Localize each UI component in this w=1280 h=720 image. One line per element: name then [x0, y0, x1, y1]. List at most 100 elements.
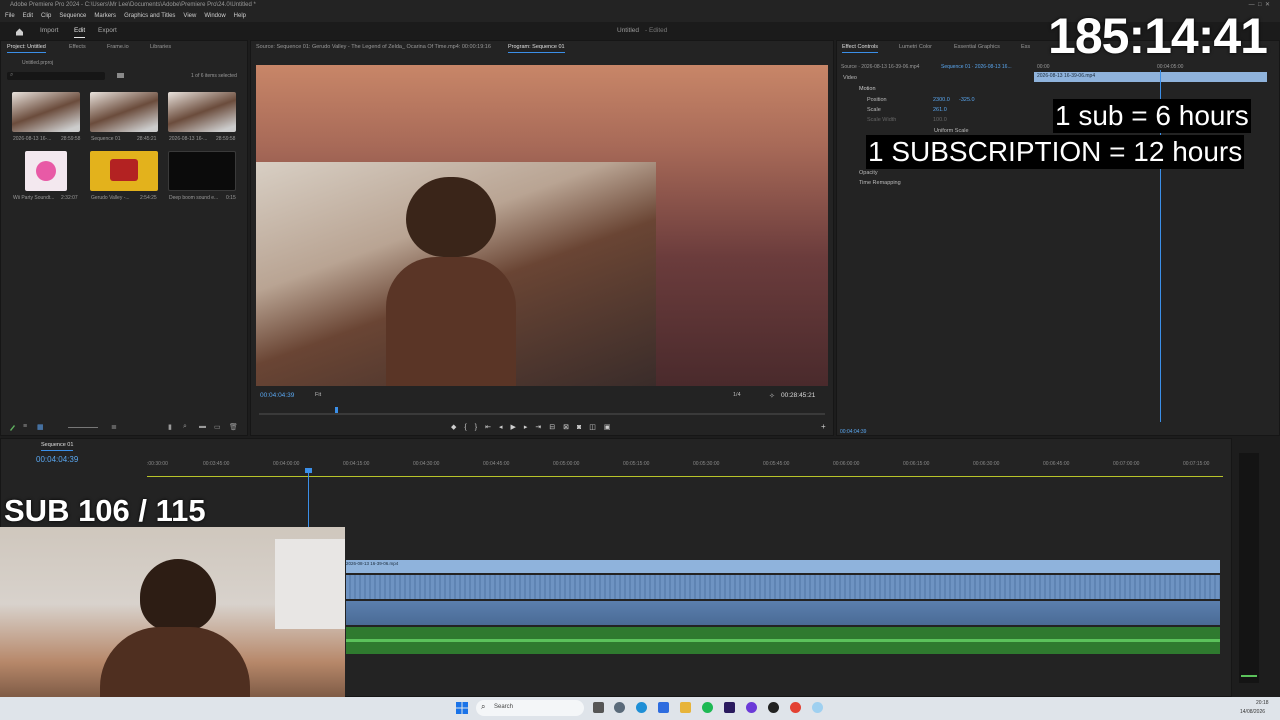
ruler-tick: 00:07:15:00 — [1183, 461, 1210, 467]
lift-icon[interactable]: ⊟ — [549, 424, 563, 431]
automate-icon[interactable]: ▮ — [168, 423, 172, 431]
tab-edit[interactable]: Edit — [74, 27, 86, 38]
audio-clip-a2[interactable] — [346, 601, 1220, 625]
media-thumbnail[interactable] — [90, 151, 158, 191]
audio-waveform — [346, 639, 1220, 642]
menu-view[interactable]: View — [183, 13, 196, 19]
camera-icon[interactable]: ◙ — [577, 424, 589, 431]
media-thumbnail[interactable] — [168, 92, 236, 132]
sort-icon[interactable]: ≣ — [111, 423, 117, 431]
scale-value[interactable]: 261.0 — [933, 107, 947, 113]
new-bin-icon[interactable]: ▬ — [199, 423, 206, 430]
menu-graphics[interactable]: Graphics and Titles — [124, 13, 175, 19]
app-icon[interactable] — [812, 702, 823, 713]
obs-icon[interactable] — [768, 702, 779, 713]
uniform-scale-checkbox-label[interactable]: Uniform Scale — [934, 128, 969, 134]
tab-source[interactable]: Source: Sequence 01: Gerudo Valley - The… — [256, 41, 491, 53]
taskbar-time: 20:18 — [1256, 700, 1269, 706]
menu-sequence[interactable]: Sequence — [59, 13, 86, 19]
video-section-label: Video — [843, 75, 857, 81]
playhead-marker[interactable] — [335, 407, 338, 413]
media-thumbnail[interactable] — [90, 92, 158, 132]
menu-clip[interactable]: Clip — [41, 13, 51, 19]
tab-sequence[interactable]: Sequence 01 — [41, 439, 74, 451]
tab-export[interactable]: Export — [98, 27, 117, 34]
tab-frameio[interactable]: Frame.io — [107, 41, 129, 53]
media-thumbnail[interactable] — [168, 151, 236, 191]
media-duration: 2:32:07 — [61, 195, 78, 201]
settings-wrench-icon[interactable]: ✧ — [769, 392, 775, 400]
tab-libraries[interactable]: Libraries — [150, 41, 171, 53]
task-view-icon[interactable] — [593, 702, 604, 713]
effect-source[interactable]: Source · 2026-08-13 16-39-06.mp4 — [841, 64, 919, 70]
marker-icon[interactable]: ◆ — [451, 424, 464, 431]
settings-icon[interactable] — [614, 702, 625, 713]
tab-lumetri-color[interactable]: Lumetri Color — [899, 41, 932, 53]
file-explorer-icon[interactable] — [680, 702, 691, 713]
multicam-icon[interactable]: ▣ — [604, 424, 619, 431]
video-clip-name: 2026-08-13 16-39-06.mp4 — [346, 561, 399, 566]
menu-edit[interactable]: Edit — [23, 13, 33, 19]
step-forward-icon[interactable]: ▸ — [524, 424, 536, 431]
motion-effect-label[interactable]: Motion — [859, 86, 876, 92]
go-to-in-icon[interactable]: ⇤ — [485, 424, 499, 431]
tab-essential-graphics[interactable]: Essential Graphics — [954, 41, 1000, 53]
time-remapping-label[interactable]: Time Remapping — [859, 180, 901, 186]
mark-in-icon[interactable]: { — [464, 424, 474, 431]
media-thumbnail[interactable] — [25, 151, 67, 191]
new-bin-icon[interactable] — [117, 73, 124, 78]
taskbar-search-input[interactable]: ⌕ Search — [476, 700, 584, 716]
find-icon[interactable]: ⌕ — [183, 423, 187, 431]
tab-program[interactable]: Program: Sequence 01 — [508, 41, 565, 53]
menu-file[interactable]: File — [5, 13, 15, 19]
discord-icon[interactable] — [746, 702, 757, 713]
tab-import[interactable]: Import — [40, 27, 58, 34]
subscription-rule-text: 1 SUBSCRIPTION = 12 hours — [866, 135, 1245, 169]
pencil-icon[interactable] — [9, 424, 16, 431]
opacity-label[interactable]: Opacity — [859, 170, 878, 176]
program-scrub-bar[interactable] — [259, 413, 825, 415]
windows-start-icon[interactable] — [456, 702, 468, 714]
audio-clip-a1[interactable] — [346, 575, 1220, 599]
program-timecode[interactable]: 00:04:04:39 — [260, 392, 294, 399]
compare-icon[interactable]: ◫ — [589, 424, 604, 431]
trash-icon[interactable]: 🗑 — [229, 423, 238, 431]
menu-help[interactable]: Help — [234, 13, 246, 19]
tab-effect-controls[interactable]: Effect Controls — [842, 41, 878, 53]
project-search-input[interactable] — [7, 72, 105, 80]
tab-project[interactable]: Project: Untitled — [7, 41, 46, 53]
video-clip[interactable]: 2026-08-13 16-39-06.mp4 — [346, 560, 1220, 573]
list-view-icon[interactable]: ≡ — [23, 423, 27, 430]
timeline-timecode[interactable]: 00:04:04:39 — [36, 455, 78, 464]
play-icon[interactable]: ▶ — [510, 424, 523, 431]
playhead-handle[interactable] — [305, 468, 312, 473]
premiere-pro-icon[interactable] — [724, 702, 735, 713]
position-y-value[interactable]: -325.0 — [959, 97, 975, 103]
chrome-icon[interactable] — [790, 702, 801, 713]
zoom-slider[interactable] — [68, 427, 98, 428]
extract-icon[interactable]: ⊠ — [563, 424, 577, 431]
scale-width-value[interactable]: 100.0 — [933, 117, 947, 123]
position-x-value[interactable]: 2300.0 — [933, 97, 950, 103]
icon-view-icon[interactable]: ▦ — [37, 423, 44, 431]
add-button-icon[interactable]: + — [821, 422, 826, 431]
edge-icon[interactable] — [636, 702, 647, 713]
menu-window[interactable]: Window — [204, 13, 225, 19]
store-icon[interactable] — [658, 702, 669, 713]
mark-out-icon[interactable]: } — [475, 424, 485, 431]
menu-markers[interactable]: Markers — [94, 13, 116, 19]
resolution-select[interactable]: 1/4 — [733, 392, 741, 398]
media-thumbnail[interactable] — [12, 92, 80, 132]
effect-clip-bar[interactable]: 2026-08-13 16-39-06.mp4 — [1034, 72, 1267, 82]
media-duration: 2:54:25 — [140, 195, 157, 201]
step-back-icon[interactable]: ◂ — [499, 424, 511, 431]
spotify-icon[interactable] — [702, 702, 713, 713]
tab-effects[interactable]: Effects — [69, 41, 86, 53]
new-item-icon[interactable]: ▭ — [214, 423, 221, 431]
effect-sequence[interactable]: Sequence 01 · 2026-08-13 16... — [941, 64, 1012, 70]
audio-clip-a3[interactable] — [346, 627, 1220, 654]
go-to-out-icon[interactable]: ⇥ — [535, 424, 549, 431]
home-icon[interactable] — [15, 27, 24, 36]
zoom-select[interactable]: Fit — [315, 392, 321, 398]
program-video-frame[interactable] — [256, 65, 828, 386]
